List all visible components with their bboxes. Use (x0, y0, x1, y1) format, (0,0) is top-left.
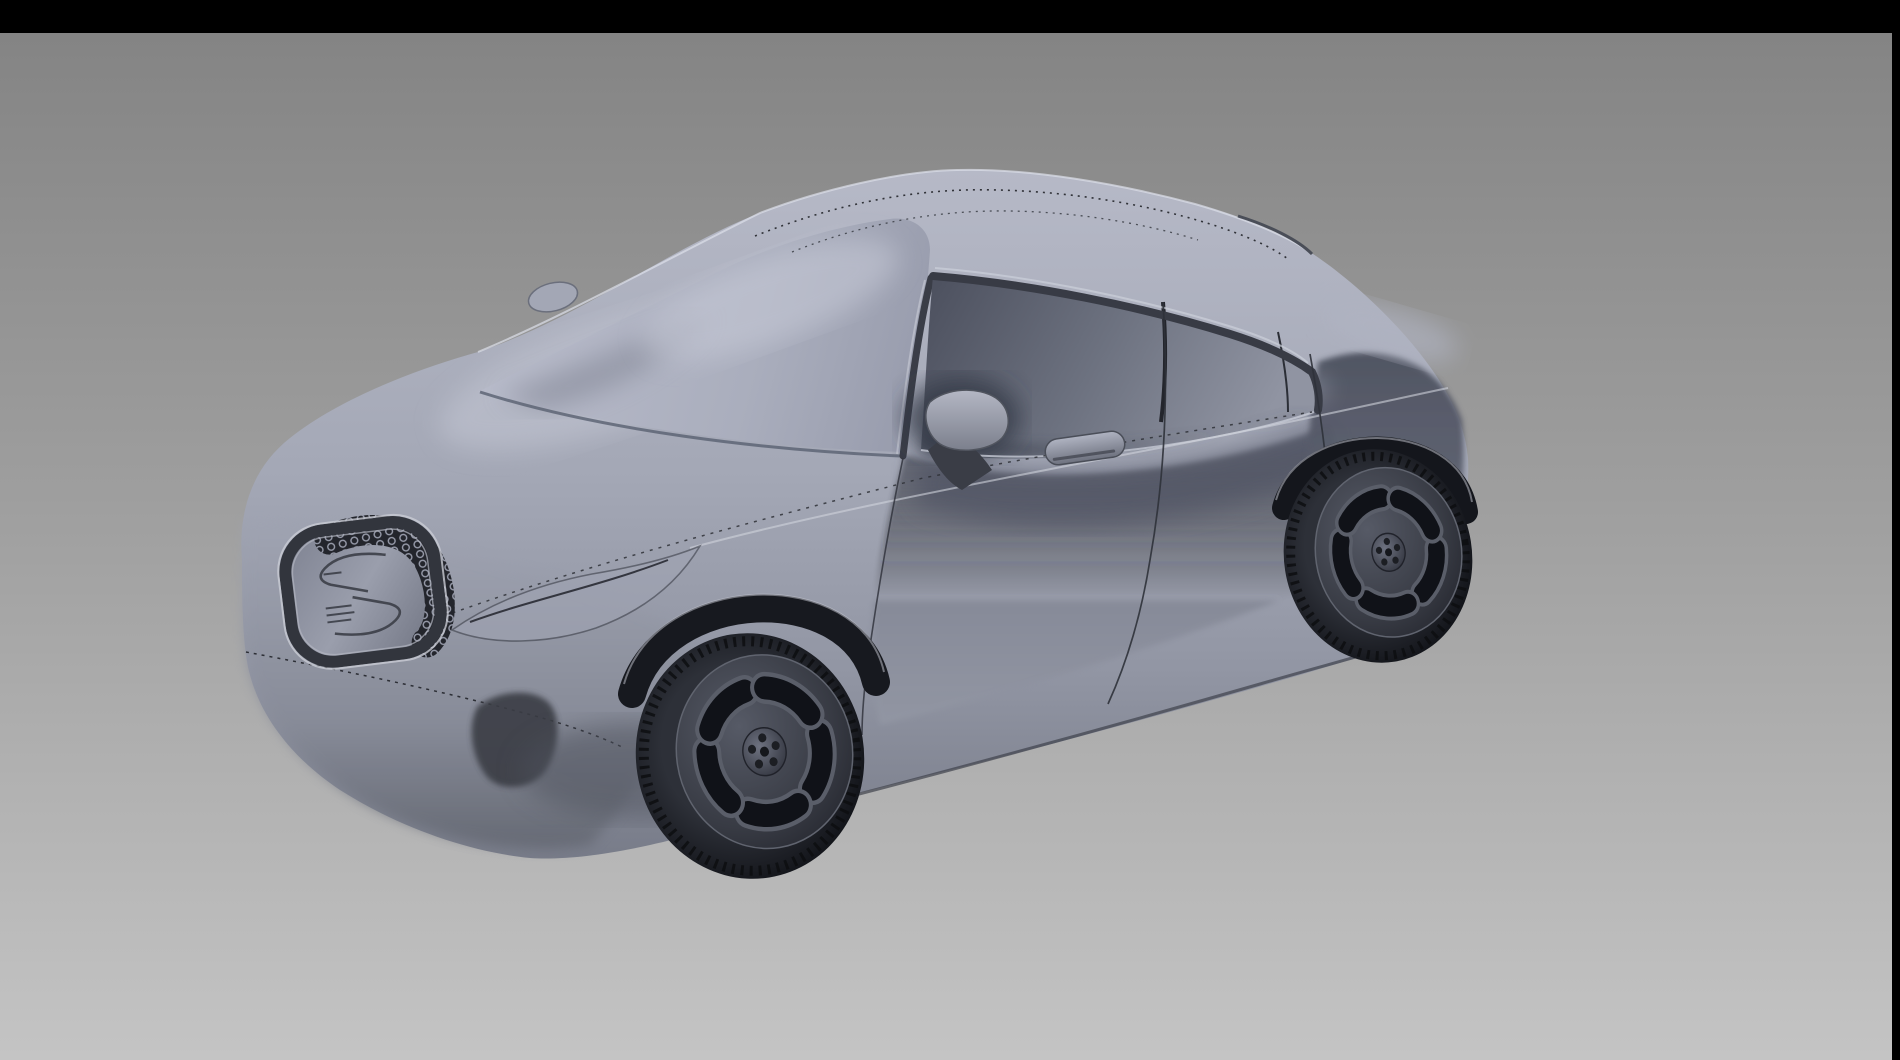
antenna-bump (525, 277, 580, 316)
car-model (241, 170, 1487, 895)
app-window (0, 0, 1900, 1060)
window-top-bar (0, 0, 1900, 33)
car-render (0, 33, 1892, 1060)
mirror-body (926, 390, 1008, 450)
front-grille (273, 509, 454, 674)
window-right-bar (1892, 0, 1900, 1060)
model-viewport[interactable] (0, 33, 1892, 1060)
